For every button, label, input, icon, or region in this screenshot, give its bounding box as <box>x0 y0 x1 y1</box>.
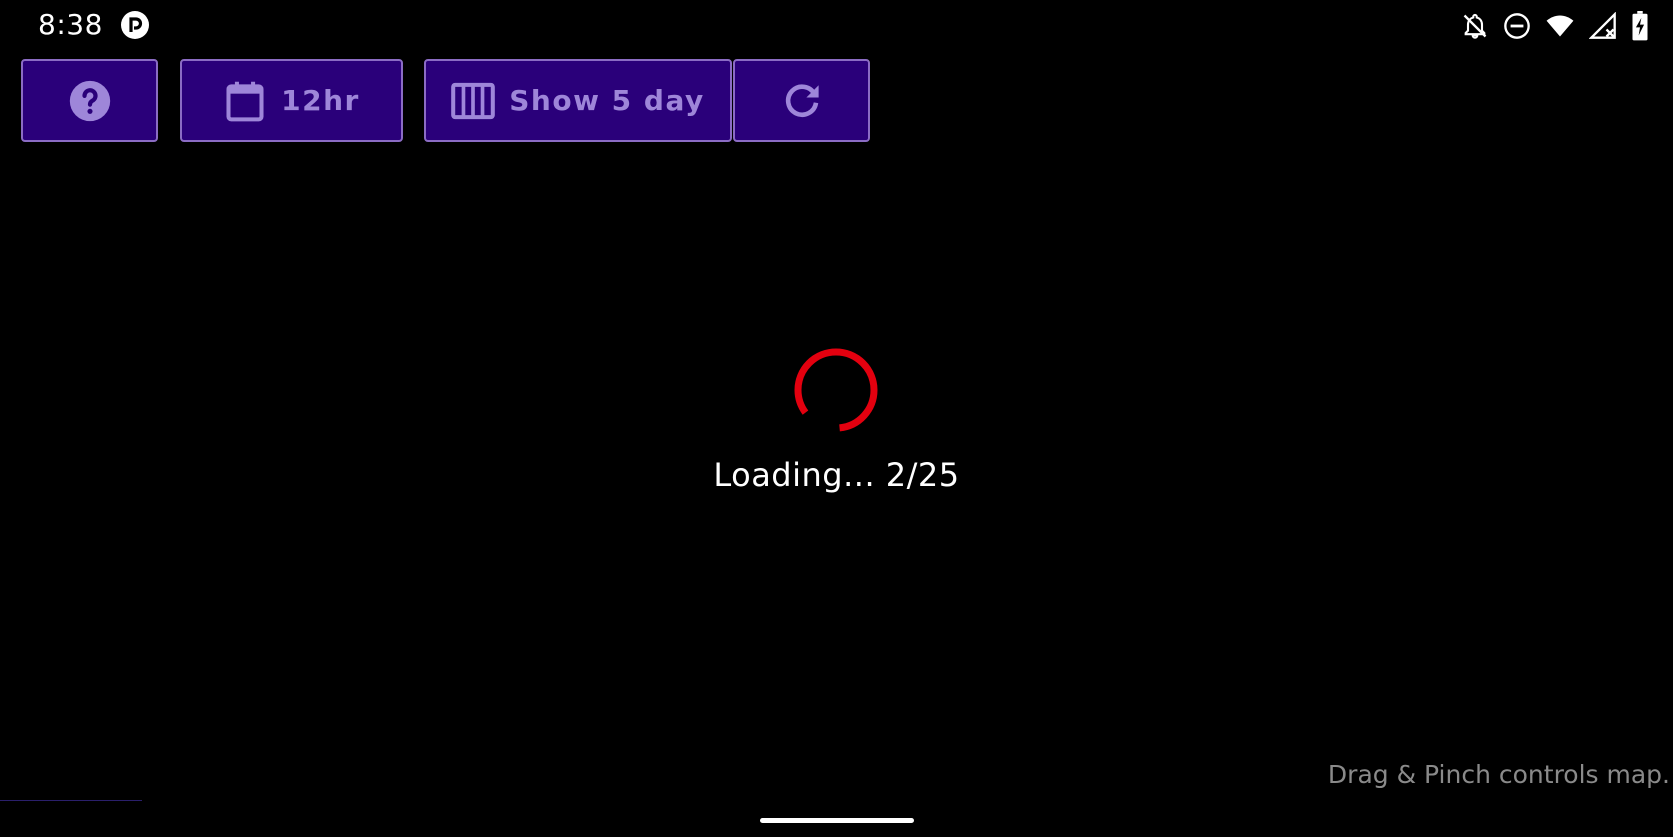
status-time: 8:38 <box>38 8 103 41</box>
view-columns-icon <box>451 82 496 119</box>
map-controls-hint: Drag & Pinch controls map. <box>1327 760 1670 789</box>
do-not-disturb-icon <box>1504 13 1530 39</box>
wifi-icon <box>1546 15 1574 37</box>
notifications-off-icon <box>1463 13 1487 39</box>
show-days-label: Show 5 day <box>509 84 705 117</box>
loading-spinner <box>794 348 878 432</box>
gesture-nav-handle[interactable] <box>760 818 914 823</box>
help-button[interactable] <box>21 59 158 142</box>
battery-charging-icon <box>1632 11 1648 41</box>
help-circle-icon <box>69 80 110 121</box>
status-bar: 8:38 <box>0 0 1673 52</box>
cellular-no-signal-icon <box>1589 12 1616 39</box>
status-icons <box>1461 10 1649 42</box>
show-days-button[interactable]: Show 5 day <box>424 59 732 142</box>
refresh-button[interactable] <box>733 59 870 142</box>
loading-text: Loading... 2/25 <box>713 456 960 494</box>
refresh-icon <box>785 83 819 117</box>
progress-line <box>0 800 142 801</box>
app-notification-icon <box>121 11 149 39</box>
time-format-label: 12hr <box>281 84 360 117</box>
time-format-button[interactable]: 12hr <box>180 59 403 142</box>
calendar-icon <box>226 81 264 121</box>
